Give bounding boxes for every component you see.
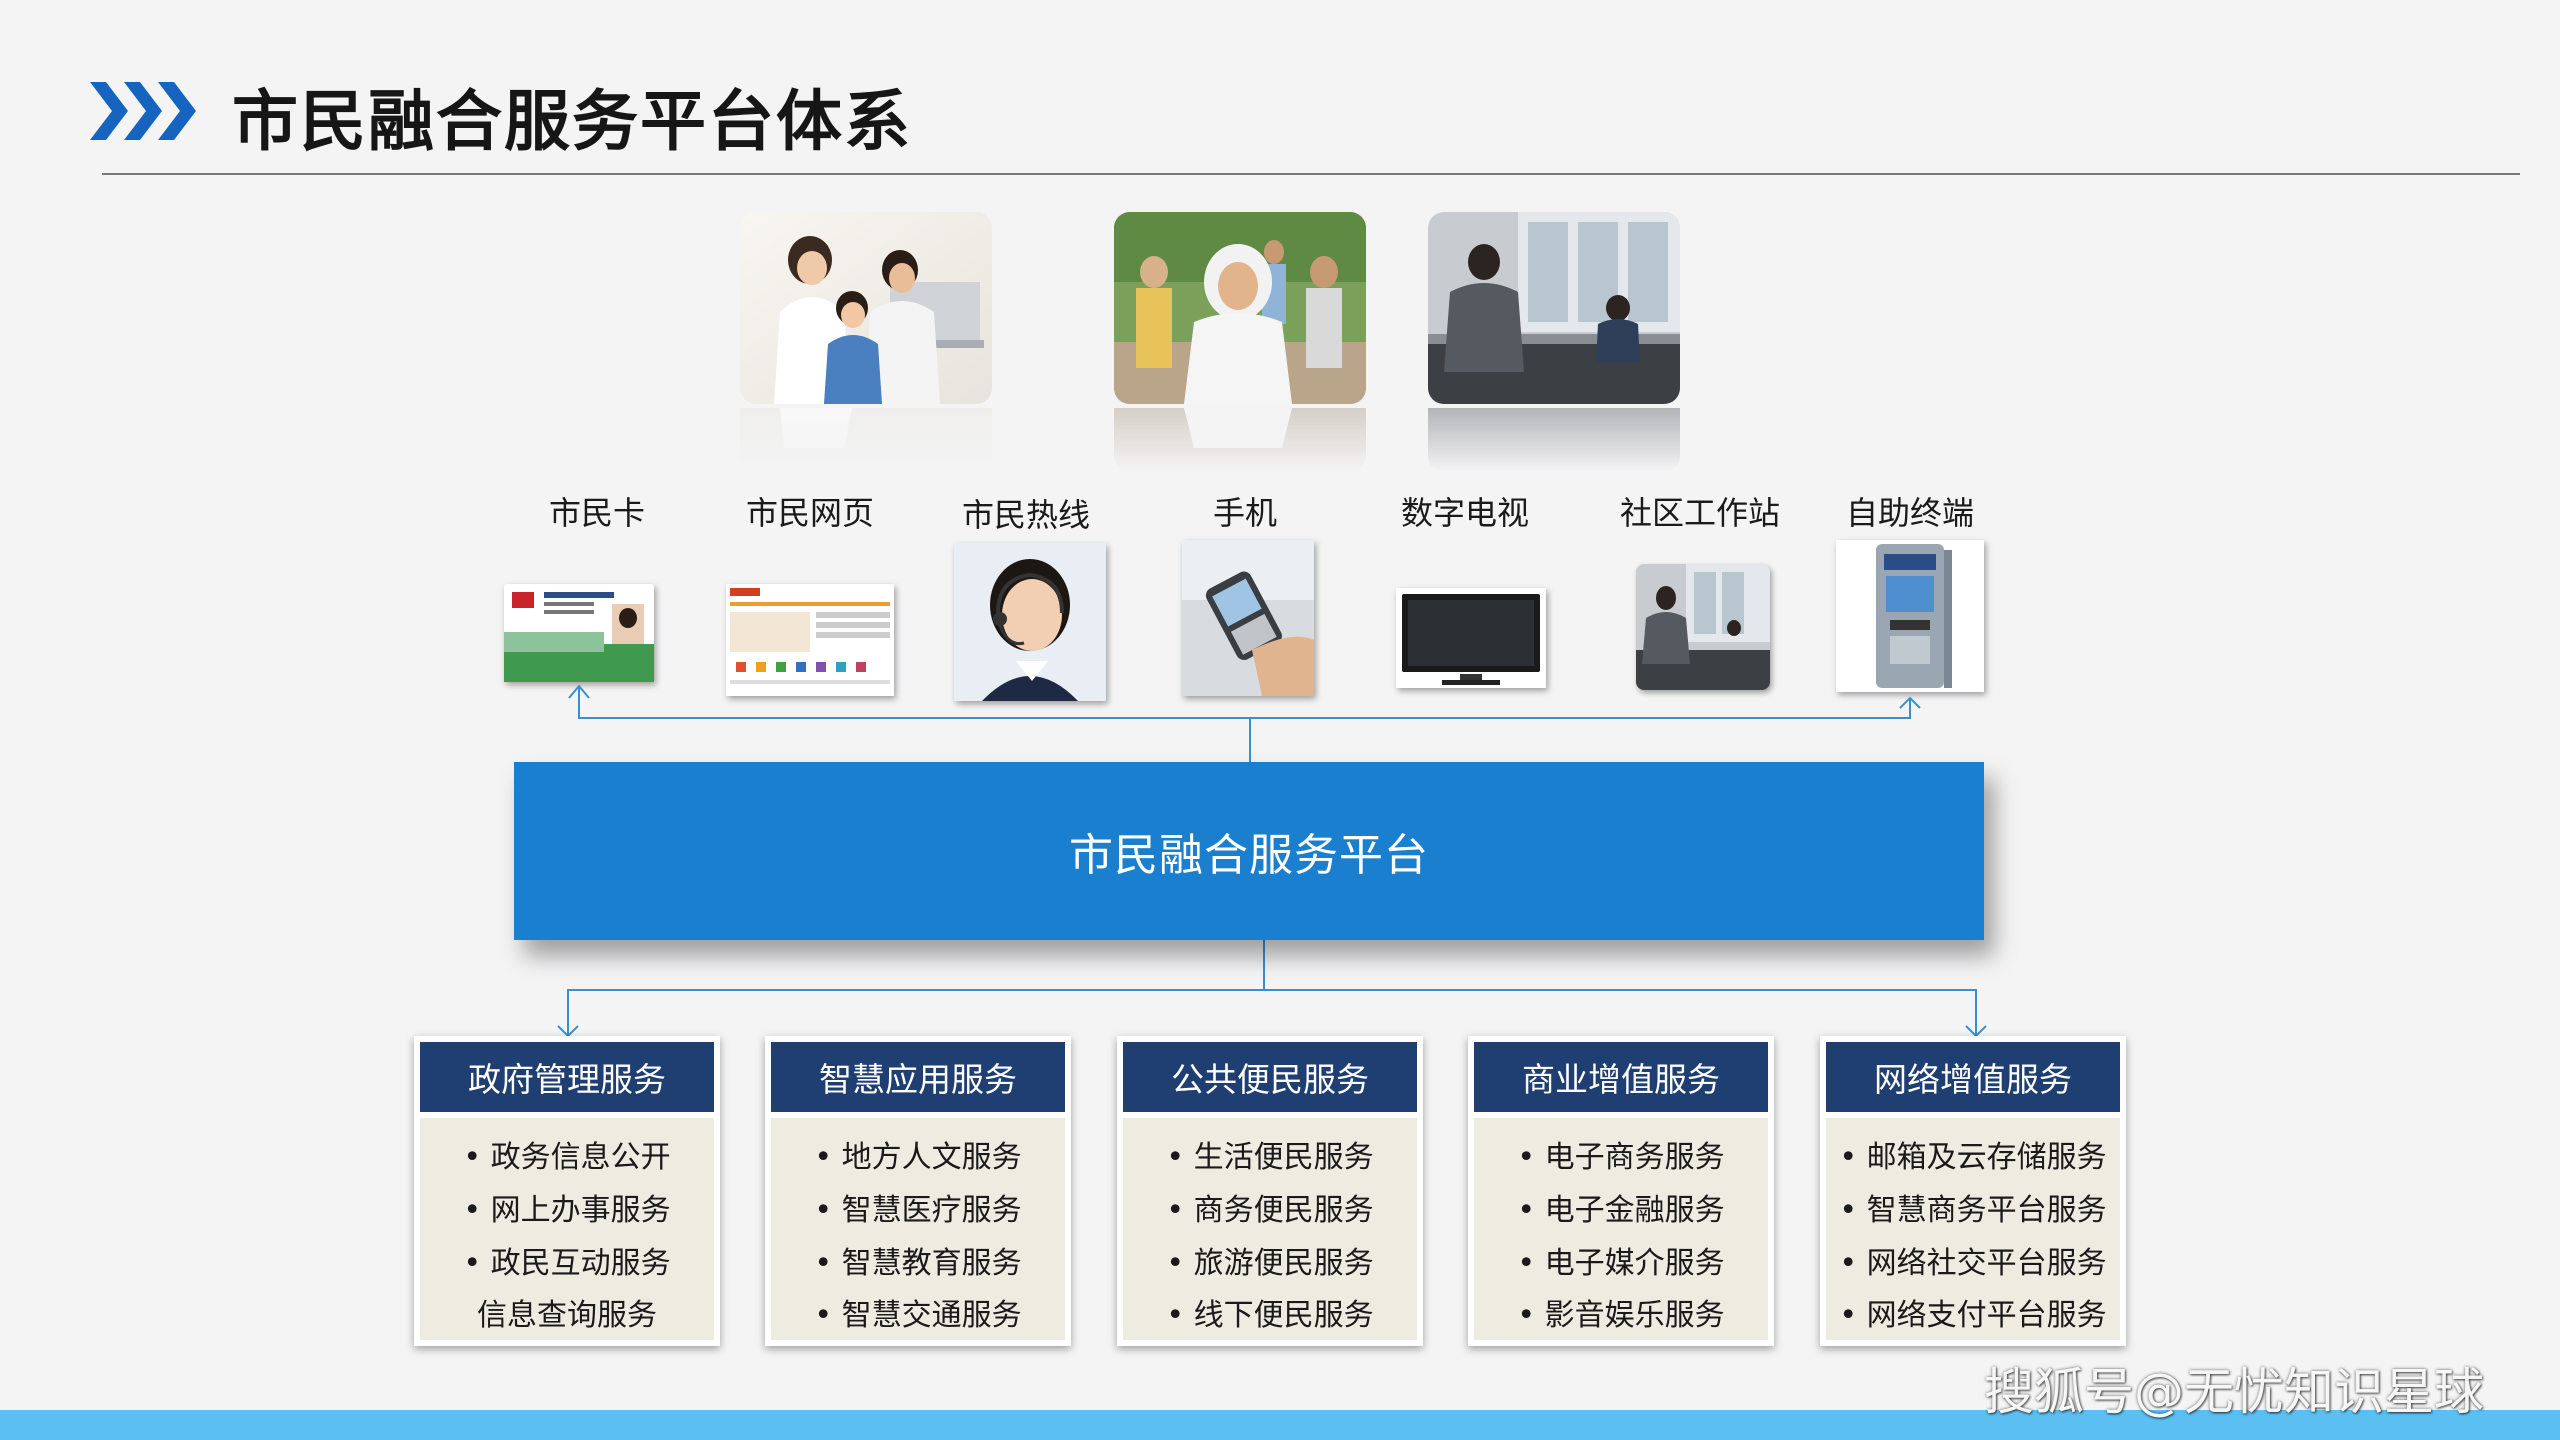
channel-label-community: 社区工作站: [1619, 494, 1780, 532]
service-column-government: 政府管理服务 • 政务信息公开 • 网上办事服务 • 政民互动服务 信息查询服务: [414, 1036, 720, 1346]
service-list: • 生活便民服务 • 商务便民服务 • 旅游便民服务 • 线下便民服务: [1123, 1118, 1417, 1340]
watermark: 搜狐号@无忧知识星球: [1984, 1363, 2484, 1421]
service-item: • 政务信息公开: [463, 1140, 671, 1175]
page-title: 市民融合服务平台体系: [232, 83, 912, 160]
service-column-smart-apps: 智慧应用服务 • 地方人文服务 • 智慧医疗服务 • 智慧教育服务 • 智慧交通…: [765, 1036, 1071, 1346]
service-title: 公共便民服务: [1123, 1042, 1417, 1112]
channel-label-tv: 数字电视: [1400, 494, 1529, 532]
channel-label-web: 市民网页: [745, 494, 874, 532]
service-list: • 政务信息公开 • 网上办事服务 • 政民互动服务 信息查询服务: [420, 1118, 714, 1340]
community-station-image: [1636, 564, 1770, 690]
service-item: • 网上办事服务: [463, 1193, 671, 1228]
service-item: • 邮箱及云存储服务: [1839, 1140, 2107, 1175]
chevron-arrows-icon: [90, 82, 196, 140]
service-item: • 电子媒介服务: [1517, 1246, 1725, 1281]
service-list: • 邮箱及云存储服务 • 智慧商务平台服务 • 网络社交平台服务 • 网络支付平…: [1826, 1118, 2120, 1340]
citizen-service-platform: 市民融合服务平台: [514, 762, 1984, 940]
service-item: • 线下便民服务: [1166, 1298, 1374, 1333]
service-title: 商业增值服务: [1474, 1042, 1768, 1112]
service-column-commercial: 商业增值服务 • 电子商务服务 • 电子金融服务 • 电子媒介服务 • 影音娱乐…: [1468, 1036, 1774, 1346]
service-item: • 智慧教育服务: [814, 1246, 1022, 1281]
mobile-phone-image: [1182, 540, 1314, 696]
service-item: • 智慧交通服务: [814, 1298, 1022, 1333]
crowd-walking-photo: [1114, 212, 1366, 472]
service-column-network: 网络增值服务 • 邮箱及云存储服务 • 智慧商务平台服务 • 网络社交平台服务 …: [1820, 1036, 2126, 1346]
channel-label-kiosk: 自助终端: [1845, 494, 1974, 532]
citizen-card-image: [504, 584, 654, 682]
channel-label-hotline: 市民热线: [961, 496, 1090, 534]
hotline-operator-image: [954, 543, 1106, 701]
service-list: • 地方人文服务 • 智慧医疗服务 • 智慧教育服务 • 智慧交通服务: [771, 1118, 1065, 1340]
slide: 市民融合服务平台体系 市民卡 市民网页 市民热线 手机 数字电视 社区工作站 自…: [0, 0, 2560, 1440]
self-service-kiosk-image: [1836, 540, 1984, 692]
service-item: 信息查询服务: [477, 1298, 657, 1333]
service-counter-photo: [1428, 212, 1680, 472]
service-item: • 电子商务服务: [1517, 1140, 1725, 1175]
platform-label: 市民融合服务平台: [1069, 830, 1429, 881]
service-title: 网络增值服务: [1826, 1042, 2120, 1112]
service-item: • 电子金融服务: [1517, 1193, 1725, 1228]
service-item: • 商务便民服务: [1166, 1193, 1374, 1228]
service-title: 政府管理服务: [420, 1042, 714, 1112]
title-divider: [102, 173, 2520, 175]
service-item: • 智慧商务平台服务: [1839, 1193, 2107, 1228]
channel-label-card: 市民卡: [548, 494, 645, 532]
service-item: • 地方人文服务: [814, 1140, 1022, 1175]
digital-tv-image: [1396, 588, 1546, 688]
service-item: • 生活便民服务: [1166, 1140, 1374, 1175]
family-laptop-photo: [740, 212, 992, 472]
service-item: • 影音娱乐服务: [1517, 1298, 1725, 1333]
service-item: • 智慧医疗服务: [814, 1193, 1022, 1228]
channel-label-mobile: 手机: [1212, 494, 1277, 532]
citizen-webpage-image: [726, 584, 894, 696]
service-item: • 政民互动服务: [463, 1246, 671, 1281]
service-item: • 旅游便民服务: [1166, 1246, 1374, 1281]
service-item: • 网络支付平台服务: [1839, 1298, 2107, 1333]
service-title: 智慧应用服务: [771, 1042, 1065, 1112]
service-column-public: 公共便民服务 • 生活便民服务 • 商务便民服务 • 旅游便民服务 • 线下便民…: [1117, 1036, 1423, 1346]
service-list: • 电子商务服务 • 电子金融服务 • 电子媒介服务 • 影音娱乐服务: [1474, 1118, 1768, 1340]
service-item: • 网络社交平台服务: [1839, 1246, 2107, 1281]
